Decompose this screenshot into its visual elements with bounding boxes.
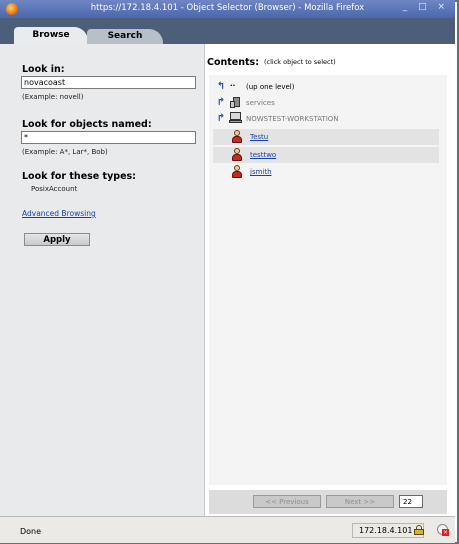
pager-bar: << Previous Next >> 22 [209, 490, 447, 514]
previous-page-button[interactable]: << Previous [253, 495, 321, 508]
apply-button[interactable]: Apply [24, 233, 90, 246]
window-title: https://172.18.4.101 - Object Selector (… [90, 3, 365, 13]
list-item[interactable]: ↱ NOWSTEST-WORKSTATION [213, 111, 439, 127]
look-in-hint: (Example: novell) [22, 93, 84, 101]
types-value: PosixAccount [31, 185, 78, 193]
list-item-link[interactable]: testtwo [250, 151, 276, 159]
up-level-dots: .. [230, 80, 236, 88]
list-item[interactable]: jsmith [213, 164, 439, 180]
advanced-browsing-link[interactable]: Advanced Browsing [22, 209, 96, 218]
objects-named-hint: (Example: A*, Lar*, Bob) [22, 148, 108, 156]
window-controls[interactable]: _ □ × [403, 2, 449, 12]
objects-named-input[interactable]: * [21, 131, 196, 144]
contents-list: ↰ .. (up one level) ↱ services ↱ NOWSTES… [209, 75, 447, 485]
tab-strip: Browse Search [0, 18, 455, 44]
up-arrow-icon: ↰ [216, 81, 226, 92]
workstation-icon [229, 112, 242, 124]
list-item[interactable]: Testu [213, 129, 439, 145]
tab-search[interactable]: Search [87, 29, 163, 44]
list-item[interactable]: testtwo [213, 147, 439, 163]
list-item-label: NOWSTEST-WORKSTATION [246, 115, 339, 123]
page-size-input[interactable]: 22 [399, 495, 423, 508]
types-label: Look for these types: [22, 171, 136, 182]
look-in-label: Look in: [22, 64, 65, 75]
list-item-link[interactable]: jsmith [250, 168, 272, 176]
server-icon [230, 97, 242, 108]
status-bar: Done 172.18.4.101 × [0, 516, 455, 543]
browse-panel: Look in: novacoast (Example: novell) Loo… [0, 44, 205, 516]
list-item-label: (up one level) [246, 83, 295, 91]
list-item[interactable]: ↰ .. (up one level) [213, 79, 439, 95]
objects-named-label: Look for objects named: [22, 119, 152, 130]
look-in-input[interactable]: novacoast [21, 76, 196, 89]
open-container-arrow-icon: ↱ [216, 97, 226, 108]
open-container-arrow-icon: ↱ [216, 113, 226, 124]
tab-browse[interactable]: Browse [14, 27, 88, 44]
status-text: Done [20, 527, 42, 536]
user-icon [231, 130, 243, 143]
popup-blocked-icon[interactable]: × [437, 524, 449, 536]
list-item-link[interactable]: Testu [250, 133, 268, 141]
list-item[interactable]: ↱ services [213, 95, 439, 111]
list-item-label: services [246, 99, 275, 107]
contents-hint: (click object to select) [264, 58, 336, 66]
user-icon [231, 148, 243, 161]
title-bar: https://172.18.4.101 - Object Selector (… [0, 0, 455, 18]
next-page-button[interactable]: Next >> [326, 495, 394, 508]
user-icon [231, 165, 243, 178]
lock-icon[interactable] [414, 525, 424, 535]
contents-title: Contents: [207, 57, 260, 68]
contents-panel: Contents: (click object to select) ↰ .. … [205, 44, 455, 516]
